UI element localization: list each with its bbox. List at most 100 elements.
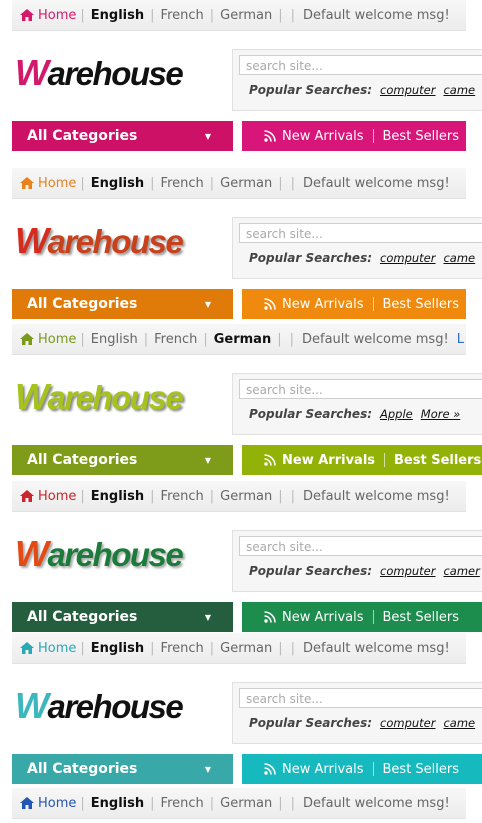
- all-categories-dropdown[interactable]: All Categories ▼: [12, 289, 233, 319]
- site-logo[interactable]: Warehouse: [15, 52, 184, 94]
- site-logo[interactable]: Warehouse: [15, 533, 184, 575]
- popular-search-link[interactable]: More »: [421, 407, 461, 421]
- language-link-english[interactable]: English: [91, 8, 144, 23]
- top-links-bar: Home | English | French | German | | Default…: [12, 0, 466, 31]
- all-categories-label: All Categories: [27, 128, 138, 144]
- all-categories-dropdown[interactable]: All Categories ▼: [12, 121, 233, 151]
- popular-searches-label: Popular Searches:: [249, 83, 373, 97]
- home-link[interactable]: Home: [20, 8, 76, 23]
- popular-search-link[interactable]: came: [443, 716, 475, 730]
- separator: |: [80, 795, 85, 811]
- home-link[interactable]: Home: [20, 176, 76, 191]
- search-input[interactable]: search site...: [239, 536, 482, 556]
- separator: |: [290, 175, 295, 191]
- popular-search-link[interactable]: computer: [380, 83, 435, 97]
- site-logo[interactable]: Warehouse: [15, 376, 184, 418]
- language-link-german[interactable]: German: [214, 332, 271, 347]
- separator: |: [209, 640, 215, 656]
- popular-search-link[interactable]: camer: [443, 564, 479, 578]
- logo-initial: W: [15, 220, 49, 261]
- nav-best-sellers[interactable]: Best Sellers: [383, 297, 460, 312]
- chevron-down-icon: ▼: [204, 131, 211, 141]
- nav-best-sellers[interactable]: Best Sellers: [394, 453, 481, 468]
- separator: |: [277, 331, 282, 347]
- separator: |: [150, 175, 155, 191]
- all-categories-dropdown[interactable]: All Categories ▼: [12, 602, 233, 632]
- popular-searches: Popular Searches: computer camer: [249, 564, 480, 578]
- top-links-bar: Home | English | French | German | | Default…: [12, 324, 466, 355]
- nav-new-arrivals[interactable]: New Arrivals: [282, 129, 364, 144]
- language-link-french[interactable]: French: [161, 641, 204, 656]
- home-icon: [20, 177, 34, 189]
- separator: |: [278, 640, 283, 656]
- language-link-french[interactable]: French: [161, 8, 204, 23]
- nav-new-arrivals[interactable]: New Arrivals: [282, 610, 364, 625]
- logo-initial: W: [15, 685, 49, 726]
- separator: |: [80, 331, 85, 347]
- language-link-english[interactable]: English: [91, 641, 144, 656]
- language-link-german[interactable]: German: [220, 8, 272, 23]
- login-link-partial[interactable]: L: [457, 332, 464, 347]
- chevron-down-icon: ▼: [204, 612, 211, 622]
- welcome-message: Default welcome msg!: [302, 331, 449, 347]
- language-link-french[interactable]: French: [161, 796, 204, 811]
- language-link-french[interactable]: French: [161, 489, 204, 504]
- search-panel: search site... Popular Searches: computer…: [232, 49, 482, 111]
- nav-new-arrivals[interactable]: New Arrivals: [282, 453, 375, 468]
- all-categories-label: All Categories: [27, 452, 138, 468]
- language-link-german[interactable]: German: [220, 796, 272, 811]
- all-categories-dropdown[interactable]: All Categories ▼: [12, 754, 233, 784]
- language-link-german[interactable]: German: [220, 641, 272, 656]
- popular-searches-label: Popular Searches:: [249, 251, 373, 265]
- home-link[interactable]: Home: [20, 489, 76, 504]
- logo-text: arehouse: [47, 536, 183, 573]
- popular-search-link[interactable]: Apple: [380, 407, 413, 421]
- site-logo[interactable]: Warehouse: [15, 685, 184, 727]
- separator: |: [80, 640, 85, 656]
- popular-search-link[interactable]: computer: [380, 716, 435, 730]
- popular-search-link[interactable]: computer: [380, 251, 435, 265]
- language-link-german[interactable]: German: [220, 176, 272, 191]
- popular-searches: Popular Searches: computer came: [249, 716, 475, 730]
- separator: |: [209, 7, 215, 23]
- logo-initial: W: [15, 376, 49, 417]
- language-link-english[interactable]: English: [91, 332, 138, 347]
- language-link-german[interactable]: German: [220, 489, 272, 504]
- nav-separator: [372, 129, 374, 143]
- language-link-english[interactable]: English: [91, 796, 144, 811]
- nav-new-arrivals[interactable]: New Arrivals: [282, 297, 364, 312]
- all-categories-dropdown[interactable]: All Categories ▼: [12, 445, 233, 475]
- separator: |: [80, 7, 85, 23]
- popular-search-link[interactable]: came: [443, 83, 475, 97]
- search-input[interactable]: search site...: [239, 379, 482, 399]
- rss-icon: [264, 611, 276, 623]
- all-categories-label: All Categories: [27, 761, 138, 777]
- home-link[interactable]: Home: [20, 332, 76, 347]
- rss-icon: [264, 763, 276, 775]
- language-link-french[interactable]: French: [154, 332, 197, 347]
- main-nav-bar: New Arrivals Best Sellers: [242, 602, 482, 632]
- home-link[interactable]: Home: [20, 796, 76, 811]
- language-link-english[interactable]: English: [91, 176, 144, 191]
- search-input[interactable]: search site...: [239, 55, 482, 75]
- nav-separator: [372, 610, 374, 624]
- search-input[interactable]: search site...: [239, 688, 482, 708]
- nav-new-arrivals[interactable]: New Arrivals: [282, 762, 364, 777]
- popular-search-link[interactable]: computer: [380, 564, 435, 578]
- site-logo[interactable]: Warehouse: [15, 220, 184, 262]
- nav-best-sellers[interactable]: Best Sellers: [383, 610, 460, 625]
- language-link-french[interactable]: French: [161, 176, 204, 191]
- logo-text: arehouse: [47, 55, 183, 92]
- home-link[interactable]: Home: [20, 641, 76, 656]
- separator: |: [278, 795, 283, 811]
- home-link-label: Home: [38, 640, 77, 656]
- popular-search-link[interactable]: came: [443, 251, 475, 265]
- chevron-down-icon: ▼: [204, 764, 211, 774]
- language-link-english[interactable]: English: [91, 489, 144, 504]
- nav-best-sellers[interactable]: Best Sellers: [383, 129, 460, 144]
- nav-best-sellers[interactable]: Best Sellers: [383, 762, 460, 777]
- search-input[interactable]: search site...: [239, 223, 482, 243]
- popular-searches: Popular Searches: computer came: [249, 251, 475, 265]
- top-links-bar: Home | English | French | German | | Default…: [12, 481, 466, 512]
- home-icon: [20, 333, 34, 345]
